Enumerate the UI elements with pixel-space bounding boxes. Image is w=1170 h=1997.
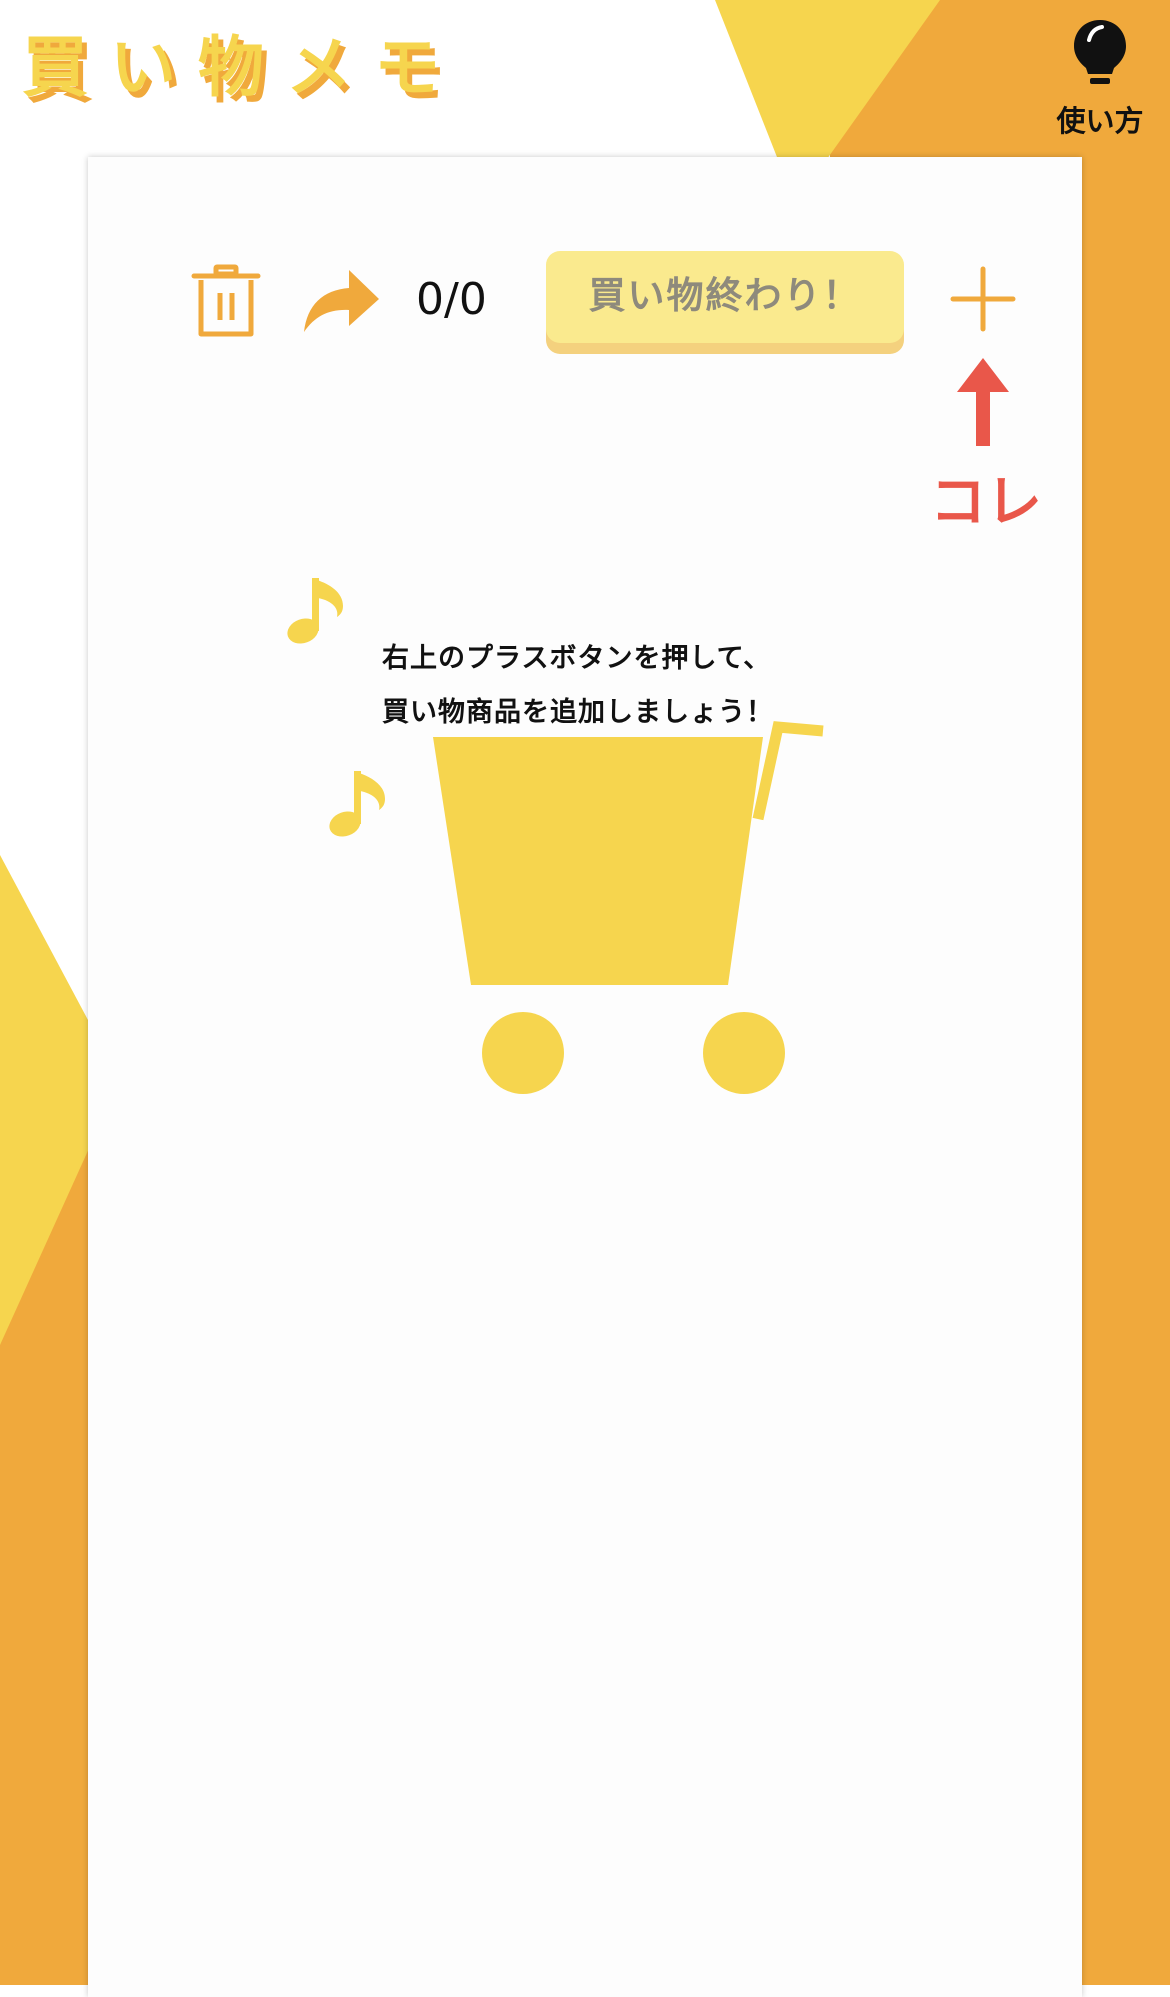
help-button[interactable]: 使い方 — [1050, 16, 1150, 146]
hint-label: コレ — [930, 470, 1042, 535]
trash-icon — [191, 264, 261, 337]
shopping-cart-illustration — [433, 721, 824, 1094]
plus-icon — [950, 266, 1016, 332]
app-title: 買い物メモ — [22, 29, 462, 106]
empty-state-line-1: 右上のプラスボタンを押して、 — [382, 643, 772, 674]
help-label: 使い方 — [1056, 104, 1144, 138]
finish-shopping-button[interactable]: 買い物終わり！ — [546, 251, 904, 343]
share-button[interactable] — [301, 266, 381, 336]
lightbulb-icon — [1074, 20, 1126, 84]
share-arrow-icon — [304, 270, 379, 332]
music-note-icon — [329, 771, 385, 837]
item-counter: 0/0 — [416, 274, 487, 325]
memo-card: 0/0 買い物終わり！ コレ 右上のプラスボタンを押して、 買い物商品を追加しま… — [88, 157, 1082, 1997]
hint-arrow-icon — [957, 358, 1009, 446]
music-note-icon — [287, 578, 343, 644]
add-item-button[interactable] — [950, 266, 1016, 332]
trash-button[interactable] — [191, 264, 261, 338]
